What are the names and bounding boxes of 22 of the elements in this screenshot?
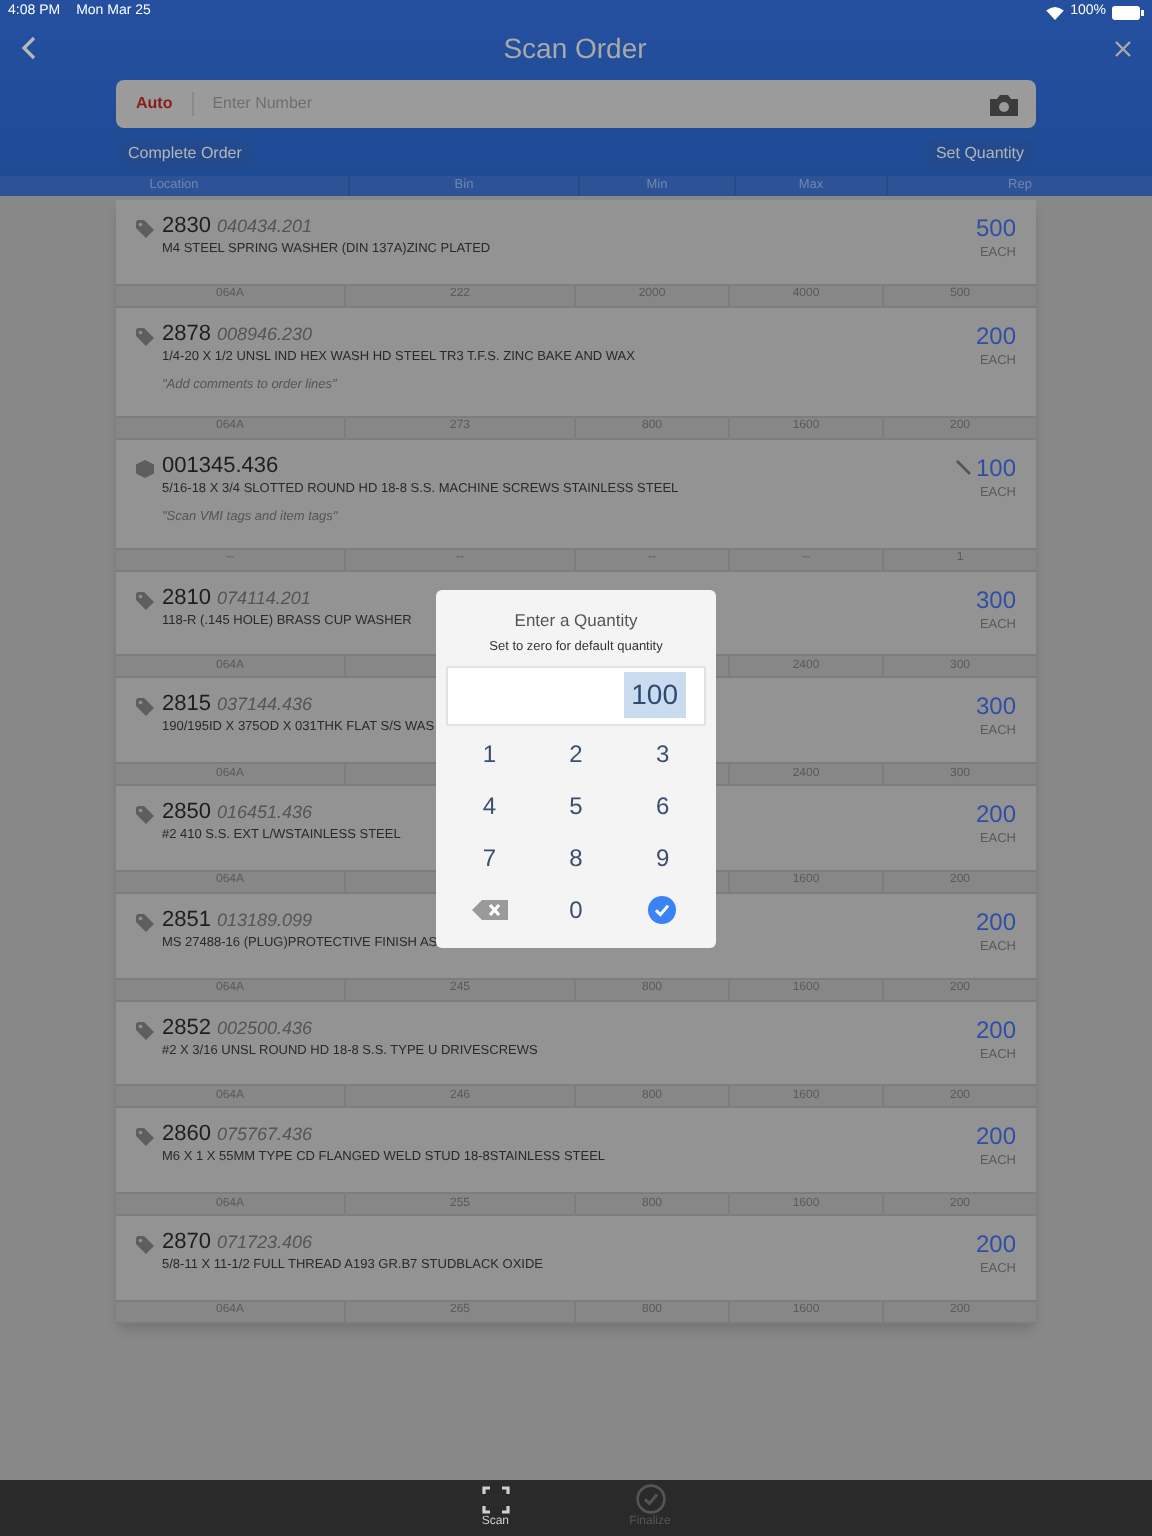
page-title: Scan Order [503, 29, 647, 67]
line-number: 2870 [162, 1232, 211, 1254]
part-number: 002500.436 [216, 1019, 313, 1037]
part-number: 037144.436 [216, 696, 313, 715]
quantity-value: 100 [623, 672, 686, 718]
part-number: 013189.099 [216, 911, 313, 930]
line-number: 001345.436 [162, 455, 279, 478]
line-number: 2852 [162, 1017, 211, 1039]
part-number: 016451.436 [216, 804, 313, 822]
line-number: 2815 [162, 694, 211, 717]
part-number: 075767.436 [216, 1126, 313, 1145]
line-number: 2810 [162, 587, 211, 609]
part-number: 040434.201 [216, 218, 313, 236]
line-number: 2830 [162, 216, 211, 238]
line-number: 2878 [162, 323, 211, 346]
line-number: 2851 [162, 909, 211, 932]
part-number: 071723.406 [216, 1234, 313, 1252]
line-number: 2850 [162, 802, 211, 824]
part-number: 008946.230 [216, 325, 313, 344]
part-number: 074114.201 [216, 589, 311, 607]
line-number: 2860 [162, 1124, 211, 1147]
dialog-title: Enter a Quantity [514, 608, 638, 634]
